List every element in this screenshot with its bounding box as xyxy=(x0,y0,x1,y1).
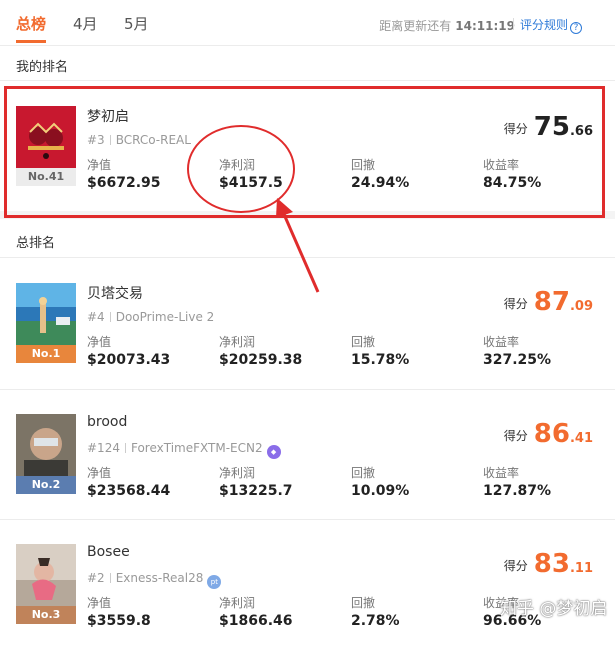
score-dec: .11 xyxy=(569,561,593,576)
avatar-image xyxy=(16,283,76,345)
score: 得分 86.41 xyxy=(504,419,593,449)
account-info: #2 Exness-Real28 pt xyxy=(87,571,222,589)
score-label: 得分 xyxy=(503,297,528,311)
annotation-highlight-box xyxy=(4,86,605,218)
score: 得分 87.09 xyxy=(504,287,593,317)
equity-value: $3559.8 xyxy=(87,613,151,629)
account-name: ForexTimeFXTM-ECN2 xyxy=(130,441,263,455)
profit-label: 净利润 xyxy=(219,335,256,349)
account-rank: #2 xyxy=(87,571,105,585)
all-rank-title: 总排名 xyxy=(16,236,56,251)
score-int: 83 xyxy=(533,549,570,579)
update-text: 距离更新还有 xyxy=(379,19,452,33)
divider xyxy=(0,389,615,390)
drawdown-value: 2.78% xyxy=(351,613,400,629)
return-label: 收益率 xyxy=(483,335,520,349)
my-rank-title: 我的排名 xyxy=(16,60,69,75)
equity-label: 净值 xyxy=(87,466,112,480)
watermark: 知乎 @梦初启 xyxy=(500,599,608,619)
rank-badge: No.1 xyxy=(16,345,76,363)
divider xyxy=(0,257,615,258)
account-name: Exness-Real28 xyxy=(115,571,204,585)
rank-badge: No.2 xyxy=(16,476,76,494)
drawdown-label: 回撤 xyxy=(351,596,376,610)
rules-label[interactable]: 评分规则 xyxy=(520,18,568,32)
divider xyxy=(0,519,615,520)
tab-bar: 总榜 4月 5月 距离更新还有 14:11:19 评分规则? xyxy=(0,0,615,46)
avatar-image xyxy=(16,414,76,476)
tab-may[interactable]: 5月 xyxy=(124,13,149,34)
rank-badge: No.3 xyxy=(16,606,76,624)
drawdown-value: 15.78% xyxy=(351,352,410,368)
trader-name[interactable]: brood xyxy=(87,414,127,430)
equity-label: 净值 xyxy=(87,596,112,610)
profit-value: $1866.46 xyxy=(219,613,293,629)
equity-value: $20073.43 xyxy=(87,352,171,368)
rules-link[interactable]: 评分规则? xyxy=(520,16,583,34)
equity-value: $23568.44 xyxy=(87,483,171,499)
divider xyxy=(0,80,615,81)
avatar: No.2 xyxy=(16,414,76,494)
return-label: 收益率 xyxy=(483,466,520,480)
avatar-image xyxy=(16,544,76,606)
equity-label: 净值 xyxy=(87,335,112,349)
pt-badge-icon: pt xyxy=(207,575,222,589)
account-rank: #4 xyxy=(87,310,105,324)
account-rank: #124 xyxy=(87,441,120,455)
drawdown-label: 回撤 xyxy=(351,466,376,480)
help-icon[interactable]: ? xyxy=(570,22,583,34)
verified-icon: ◆ xyxy=(266,445,281,459)
header-divider xyxy=(513,18,514,30)
tab-overall[interactable]: 总榜 xyxy=(16,13,46,34)
update-countdown: 距离更新还有 14:11:19 xyxy=(379,17,515,34)
avatar: No.3 xyxy=(16,544,76,624)
score-label: 得分 xyxy=(503,559,528,573)
avatar: No.1 xyxy=(16,283,76,363)
score-int: 87 xyxy=(533,287,570,317)
account-info: #4 DooPrime-Live 2 xyxy=(87,310,214,324)
profit-value: $13225.7 xyxy=(219,483,293,499)
score-int: 86 xyxy=(533,419,570,449)
trader-name[interactable]: Bosee xyxy=(87,544,130,560)
trader-name[interactable]: 贝塔交易 xyxy=(87,283,143,303)
return-value: 327.25% xyxy=(483,352,552,368)
score: 得分 83.11 xyxy=(504,549,593,579)
score-dec: .09 xyxy=(569,299,593,314)
active-tab-indicator xyxy=(16,40,46,43)
profit-value: $20259.38 xyxy=(219,352,303,368)
drawdown-label: 回撤 xyxy=(351,335,376,349)
account-info: #124 ForexTimeFXTM-ECN2 ◆ xyxy=(87,441,281,459)
annotation-arrow-shaft xyxy=(281,211,320,293)
drawdown-value: 10.09% xyxy=(351,483,410,499)
profit-label: 净利润 xyxy=(219,596,256,610)
tab-april[interactable]: 4月 xyxy=(73,13,98,34)
account-name: DooPrime-Live 2 xyxy=(115,310,215,324)
profit-label: 净利润 xyxy=(219,466,256,480)
update-time: 14:11:19 xyxy=(455,19,515,33)
return-value: 127.87% xyxy=(483,483,552,499)
score-dec: .41 xyxy=(569,431,593,446)
score-label: 得分 xyxy=(503,429,528,443)
